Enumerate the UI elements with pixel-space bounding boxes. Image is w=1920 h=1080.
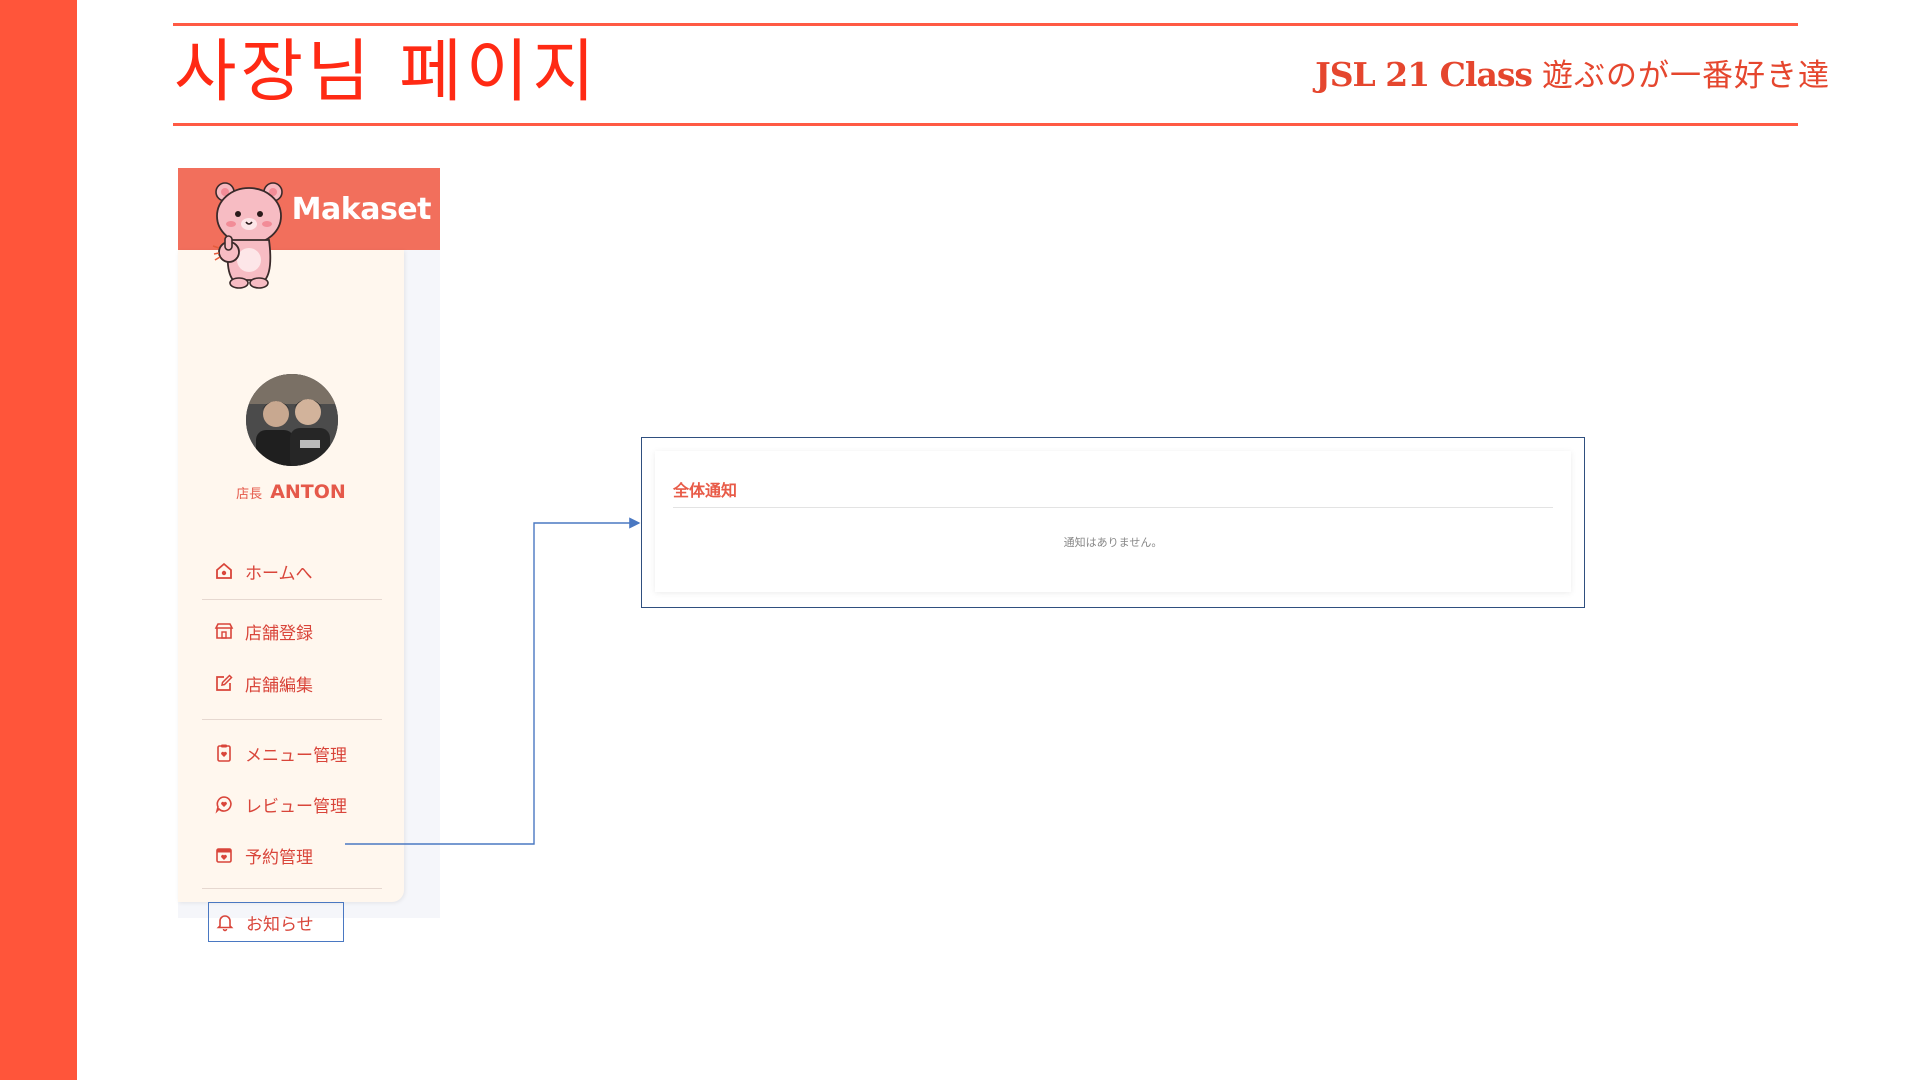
notice-divider <box>673 507 1553 508</box>
nav-menu-manage[interactable]: メニュー管理 <box>214 738 347 768</box>
notice-empty-message: 通知はありません。 <box>1063 536 1163 549</box>
nav-divider <box>202 719 382 720</box>
thumbs-up-bear-icon <box>212 182 283 289</box>
nav-divider <box>202 599 382 600</box>
edit-icon <box>216 674 233 691</box>
nav-notice[interactable]: お知らせ <box>208 902 344 942</box>
header-rule-top <box>173 23 1798 26</box>
nav-label: 店舗登録 <box>245 623 313 644</box>
brand-name: JSL 21 Class <box>1315 55 1533 94</box>
tagline: 遊ぶのが一番好き達 <box>1542 58 1830 94</box>
header-rule-bottom <box>173 123 1798 126</box>
store-icon <box>214 623 234 639</box>
brand-tagline: JSL 21 Class 遊ぶのが一番好き達 <box>1315 52 1830 104</box>
accent-bar <box>0 0 77 1080</box>
slide: 사장님 페이지 JSL 21 Class 遊ぶのが一番好き達 Makaset 店… <box>0 0 1920 1080</box>
nav-reservation-manage[interactable]: 予約管理 <box>214 840 313 870</box>
nav-review-manage[interactable]: レビュー管理 <box>214 789 347 819</box>
nav-label: ホームへ <box>245 563 313 584</box>
home-icon <box>216 562 232 579</box>
review-chat-icon <box>215 796 232 814</box>
nav-divider <box>202 888 382 889</box>
sidebar-panel: 店長 ANTON ホームへ 店舗登録 店舗編集 メニュー管理 レビュー管理 予約… <box>178 250 404 942</box>
notice-card: 全体通知 通知はありません。 <box>655 451 1571 592</box>
nav-store-register[interactable]: 店舗登録 <box>214 616 313 646</box>
avatar <box>246 374 338 466</box>
page-title: 사장님 페이지 <box>174 33 599 112</box>
notice-frame: 全体通知 通知はありません。 <box>641 437 1585 608</box>
owner-name: ANTON <box>270 481 346 503</box>
nav-store-edit[interactable]: 店舗編集 <box>214 668 313 698</box>
menu-clipboard-icon <box>217 744 231 762</box>
notice-title: 全体通知 <box>673 481 738 500</box>
app-name[interactable]: Makaset <box>292 192 432 227</box>
nav-label: メニュー管理 <box>245 745 347 766</box>
nav-label: レビュー管理 <box>245 796 347 817</box>
calendar-icon <box>216 848 232 863</box>
nav-label: 店舗編集 <box>245 675 313 696</box>
sidebar-screenshot: Makaset 店長 ANTON ホームへ 店舗登録 店舗編集 メニュー管理 レ… <box>178 168 440 942</box>
nav-label: お知らせ <box>246 914 314 935</box>
owner-role: 店長 <box>236 487 263 502</box>
nav-home[interactable]: ホームへ <box>214 556 313 586</box>
owner-label: 店長 ANTON <box>178 481 404 503</box>
nav-label: 予約管理 <box>245 847 313 868</box>
bell-icon <box>216 915 234 932</box>
